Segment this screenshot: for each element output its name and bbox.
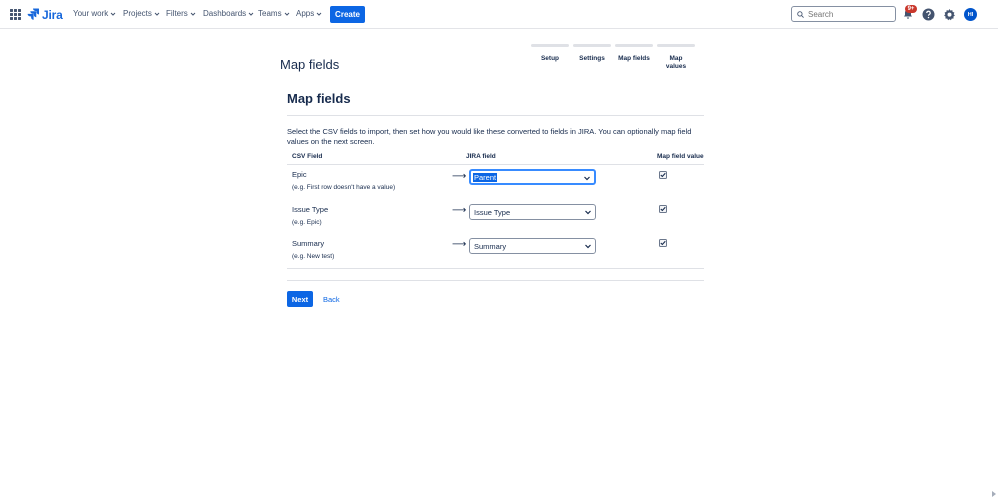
logo-text: Jira [42,7,63,22]
back-link[interactable]: Back [323,295,340,304]
scroll-arrow-icon[interactable] [990,490,998,498]
step-setup: Setup [530,44,570,63]
jira-logo-icon [27,8,39,20]
step-map-fields: Map fields [614,44,654,63]
app-switcher-icon[interactable] [10,9,21,20]
csv-field-name: Epic [292,170,307,179]
nav-apps-label: Apps [296,9,315,18]
step-bar [531,44,569,47]
csv-field-example: (e.g. Epic) [292,219,322,226]
notification-badge: 9+ [905,5,917,13]
search-icon [797,10,804,18]
map-field-value-checkbox[interactable] [659,205,667,213]
nav-filters-label: Filters [166,9,188,18]
nav-projects[interactable]: Projects [123,9,160,18]
chevron-down-icon [585,244,591,249]
section-title: Map fields [287,91,351,106]
step-bar [657,44,695,47]
step-bar [573,44,611,47]
step-label: Map values [665,55,687,70]
step-label: Settings [579,55,605,62]
arrow-right-icon: ⟶ [452,205,467,216]
nav-projects-label: Projects [123,9,152,18]
csv-field-name: Summary [292,239,325,248]
map-field-value-checkbox[interactable] [659,171,667,179]
nav-teams[interactable]: Teams [258,9,290,18]
next-button[interactable]: Next [287,291,313,307]
arrow-right-icon: ⟶ [452,239,467,250]
jira-field-select[interactable]: Parent [469,169,596,185]
csv-field-example: (e.g. New test) [292,253,335,260]
step-label: Setup [540,55,560,62]
create-button[interactable]: Create [330,6,365,23]
chevron-down-icon [316,12,322,16]
chevron-down-icon [248,12,254,16]
check-icon [660,172,666,178]
step-label: Map fields [618,55,650,62]
column-header-csv-field: CSV Field [292,153,323,160]
chevron-down-icon [154,12,160,16]
step-bar [615,44,653,47]
jira-logo[interactable]: Jira [27,7,63,22]
nav-dashboards-label: Dashboards [203,9,247,18]
nav-filters[interactable]: Filters [166,9,196,18]
page-title: Map fields [280,57,340,72]
chevron-down-icon [284,12,289,16]
step-settings: Settings [572,44,612,63]
jira-field-select[interactable]: Issue Type [469,204,596,220]
jira-field-value: Parent [473,172,498,182]
divider [287,164,704,165]
nav-apps[interactable]: Apps [296,9,322,18]
check-icon [660,240,666,246]
divider [287,115,704,116]
jira-field-select[interactable]: Summary [469,238,596,254]
check-icon [660,206,666,212]
help-icon[interactable] [922,8,935,21]
map-field-value-checkbox[interactable] [659,239,667,247]
jira-field-value: Issue Type [474,207,511,217]
nav-teams-label: Teams [258,9,282,18]
gear-icon[interactable] [943,8,956,21]
column-header-map-value: Map field value [657,153,704,160]
jira-field-value: Summary [474,241,507,251]
arrow-right-icon: ⟶ [452,171,467,182]
divider [287,280,704,281]
top-navigation: Jira Your work Projects Filters Dashboar… [0,0,998,29]
search-input[interactable] [808,9,888,19]
column-header-jira-field: JIRA field [466,153,496,160]
nav-dashboards[interactable]: Dashboards [203,9,254,18]
form-description: Select the CSV fields to import, then se… [287,127,692,146]
avatar[interactable]: HI [964,8,977,21]
csv-field-example: (e.g. First row doesn't have a value) [292,184,396,191]
chevron-down-icon [584,176,590,181]
csv-field-name: Issue Type [292,205,329,214]
nav-your-work-label: Your work [73,9,109,18]
step-map-values: Map values [656,44,696,71]
chevron-down-icon [190,12,196,16]
nav-your-work[interactable]: Your work [73,9,116,18]
divider [287,268,704,269]
chevron-down-icon [110,12,116,16]
search-box[interactable] [791,6,896,22]
chevron-down-icon [585,210,591,215]
